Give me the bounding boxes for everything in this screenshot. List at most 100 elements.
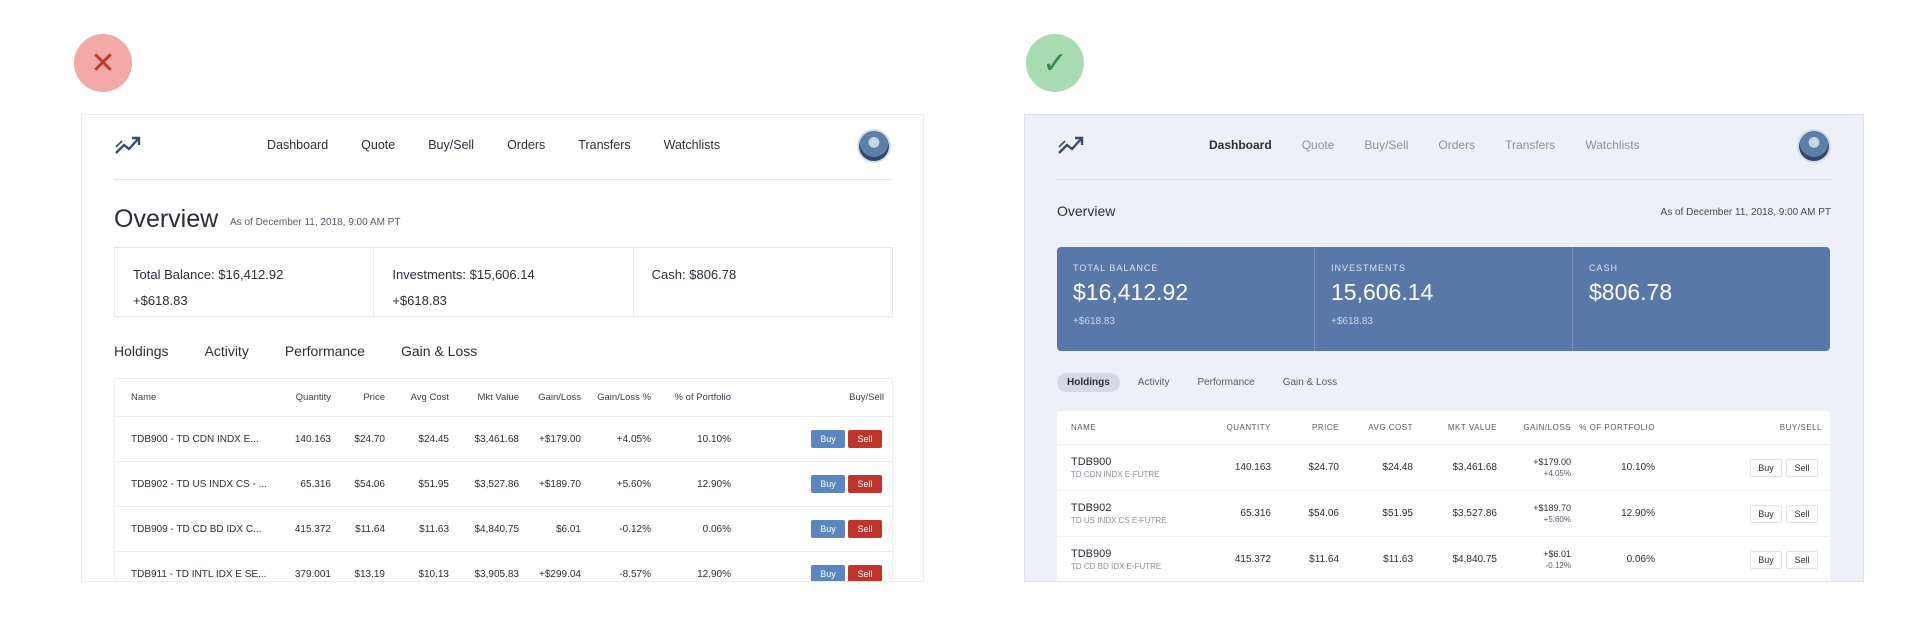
nav-link-buy-sell[interactable]: Buy/Sell (1364, 138, 1408, 152)
holding-symbol: TDB909 (1071, 548, 1112, 560)
nav-link-dashboard[interactable]: Dashboard (267, 138, 328, 152)
balance-change: +$618.83 (133, 293, 188, 308)
nav-link-transfers[interactable]: Transfers (1505, 138, 1555, 152)
table-cell: $3,527.86 (474, 478, 520, 490)
table-cell: $3,905.83 (474, 568, 520, 580)
tab-gain-loss[interactable]: Gain & Loss (1273, 373, 1347, 392)
tab-activity[interactable]: Activity (1128, 373, 1180, 392)
table-row: TDB902 TD US INDX CS E-FUTRE 65.316 $54.06 $… (1057, 491, 1830, 537)
tab-holdings[interactable]: Holdings (114, 343, 168, 359)
sell-button[interactable]: Sell (848, 475, 882, 493)
tab-activity[interactable]: Activity (204, 343, 248, 359)
user-avatar[interactable] (1797, 129, 1831, 163)
column-header: % of Portfolio (674, 392, 732, 403)
avg-cost-cell: $11.63 (1383, 554, 1413, 565)
price-cell: $11.64 (1309, 554, 1339, 565)
gain-loss-amount: +$6.01 (1543, 548, 1571, 559)
quantity-cell: 140.163 (1234, 462, 1271, 473)
balance-amount: 15,606.14 (1331, 279, 1434, 305)
table-cell: +$189.70 (539, 478, 581, 490)
nav-link-buy-sell[interactable]: Buy/Sell (428, 138, 474, 152)
gain-loss-percent: +4.05% (1543, 468, 1571, 478)
tab-gain-loss[interactable]: Gain & Loss (401, 343, 477, 359)
table-cell: 12.90% (697, 478, 731, 490)
buy-button[interactable]: Buy (811, 565, 845, 581)
bad-example-badge: ✕ (74, 34, 132, 92)
table-cell: TDB902 - TD US INDX CS - ... (131, 478, 267, 490)
column-header: Mkt Value (477, 392, 519, 403)
user-avatar[interactable] (857, 129, 891, 163)
good-example-badge: ✓ (1026, 34, 1084, 92)
table-cell: TDB911 - TD INTL IDX E SE... (131, 568, 267, 580)
table-cell: TDB900 - TD CDN INDX E... (131, 433, 259, 445)
trending-up-logo-icon[interactable] (114, 133, 142, 157)
nav-link-orders[interactable]: Orders (507, 138, 545, 152)
table-row: TDB909 TD CD BD IDX E-FUTRE 415.372 $11.64 $… (1057, 537, 1830, 581)
buy-button[interactable]: Buy (811, 520, 845, 538)
tab-performance[interactable]: Performance (285, 343, 365, 359)
column-header: Avg Cost (410, 392, 449, 403)
balance-value: Total Balance: $16,412.92 (133, 267, 284, 282)
sell-button[interactable]: Sell (848, 430, 882, 448)
sell-button[interactable]: Sell (848, 565, 882, 581)
balance-cell: Investments: $15,606.14 +$618.83 (374, 248, 634, 316)
avg-cost-cell: $24.48 (1382, 462, 1413, 473)
column-header: BUY/SELL (1779, 423, 1822, 432)
table-cell: $24.70 (354, 433, 385, 445)
divider (1057, 179, 1831, 180)
buy-sell-buttons: Buy Sell (739, 430, 892, 448)
table-row: TDB900 - TD CDN INDX E... 140.163 $24.70 $2… (115, 417, 892, 462)
tab-holdings[interactable]: Holdings (1057, 373, 1120, 392)
table-row: TDB902 - TD US INDX CS - ... 65.316 $54.06… (115, 462, 892, 507)
table-cell: $54.06 (354, 478, 385, 490)
balance-cell: Cash: $806.78 (634, 248, 892, 316)
gain-loss-percent: -0.12% (1545, 560, 1571, 570)
buy-button[interactable]: Buy (811, 430, 845, 448)
buy-button[interactable]: Buy (1750, 504, 1782, 523)
buy-button[interactable]: Buy (1750, 550, 1782, 569)
table-header-row: Name Quantity Price Avg Cost Mkt Value Gain/L… (115, 379, 892, 417)
market-value-cell: $3,461.68 (1452, 462, 1498, 473)
tab-bar: Holdings Activity Performance Gain & Loss (114, 343, 477, 359)
balance-label: TOTAL BALANCE (1073, 263, 1159, 273)
column-header: Quantity (295, 392, 331, 403)
sell-button[interactable]: Sell (848, 520, 882, 538)
checkmark-icon: ✓ (1042, 45, 1068, 81)
sell-button[interactable]: Sell (1786, 550, 1818, 569)
table-cell: -8.57% (619, 568, 651, 580)
nav-link-watchlists[interactable]: Watchlists (1585, 138, 1639, 152)
nav-link-orders[interactable]: Orders (1438, 138, 1475, 152)
balance-label: INVESTMENTS (1331, 263, 1407, 273)
table-cell: -0.12% (619, 523, 651, 535)
column-header: Gain/Loss % (597, 392, 651, 403)
table-cell: 12.90% (697, 568, 731, 580)
table-cell: 140.163 (294, 433, 331, 445)
buy-button[interactable]: Buy (811, 475, 845, 493)
table-cell: $51.95 (418, 478, 449, 490)
table-cell: $24.45 (418, 433, 449, 445)
quantity-cell: 415.372 (1234, 554, 1271, 565)
close-icon: ✕ (90, 45, 116, 81)
gain-loss-cell: +$189.70 +5.60% (1505, 502, 1579, 526)
column-header: Buy/Sell (849, 392, 884, 403)
nav-link-quote[interactable]: Quote (361, 138, 395, 152)
buy-sell-buttons: Buy Sell (739, 520, 892, 538)
table-cell: 379.001 (294, 568, 331, 580)
table-cell: $4,840.75 (474, 523, 520, 535)
holding-name-cell: TDB909 TD CD BD IDX E-FUTRE (1071, 548, 1201, 571)
nav-link-watchlists[interactable]: Watchlists (664, 138, 721, 152)
trending-up-logo-icon[interactable] (1057, 133, 1085, 157)
sell-button[interactable]: Sell (1786, 458, 1818, 477)
nav-link-dashboard[interactable]: Dashboard (1209, 138, 1272, 152)
sell-button[interactable]: Sell (1786, 504, 1818, 523)
table-cell: $3,461.68 (474, 433, 520, 445)
portfolio-percent-cell: 0.06% (1626, 554, 1655, 565)
tab-performance[interactable]: Performance (1187, 373, 1264, 392)
top-navigation: Dashboard Quote Buy/Sell Orders Transfers Wat… (82, 115, 923, 179)
nav-link-transfers[interactable]: Transfers (578, 138, 630, 152)
gain-loss-cell: +$6.01 -0.12% (1505, 548, 1579, 572)
buy-button[interactable]: Buy (1750, 458, 1782, 477)
balance-value: Investments: $15,606.14 (392, 267, 535, 282)
nav-link-quote[interactable]: Quote (1302, 138, 1335, 152)
table-cell: 0.06% (702, 523, 731, 535)
